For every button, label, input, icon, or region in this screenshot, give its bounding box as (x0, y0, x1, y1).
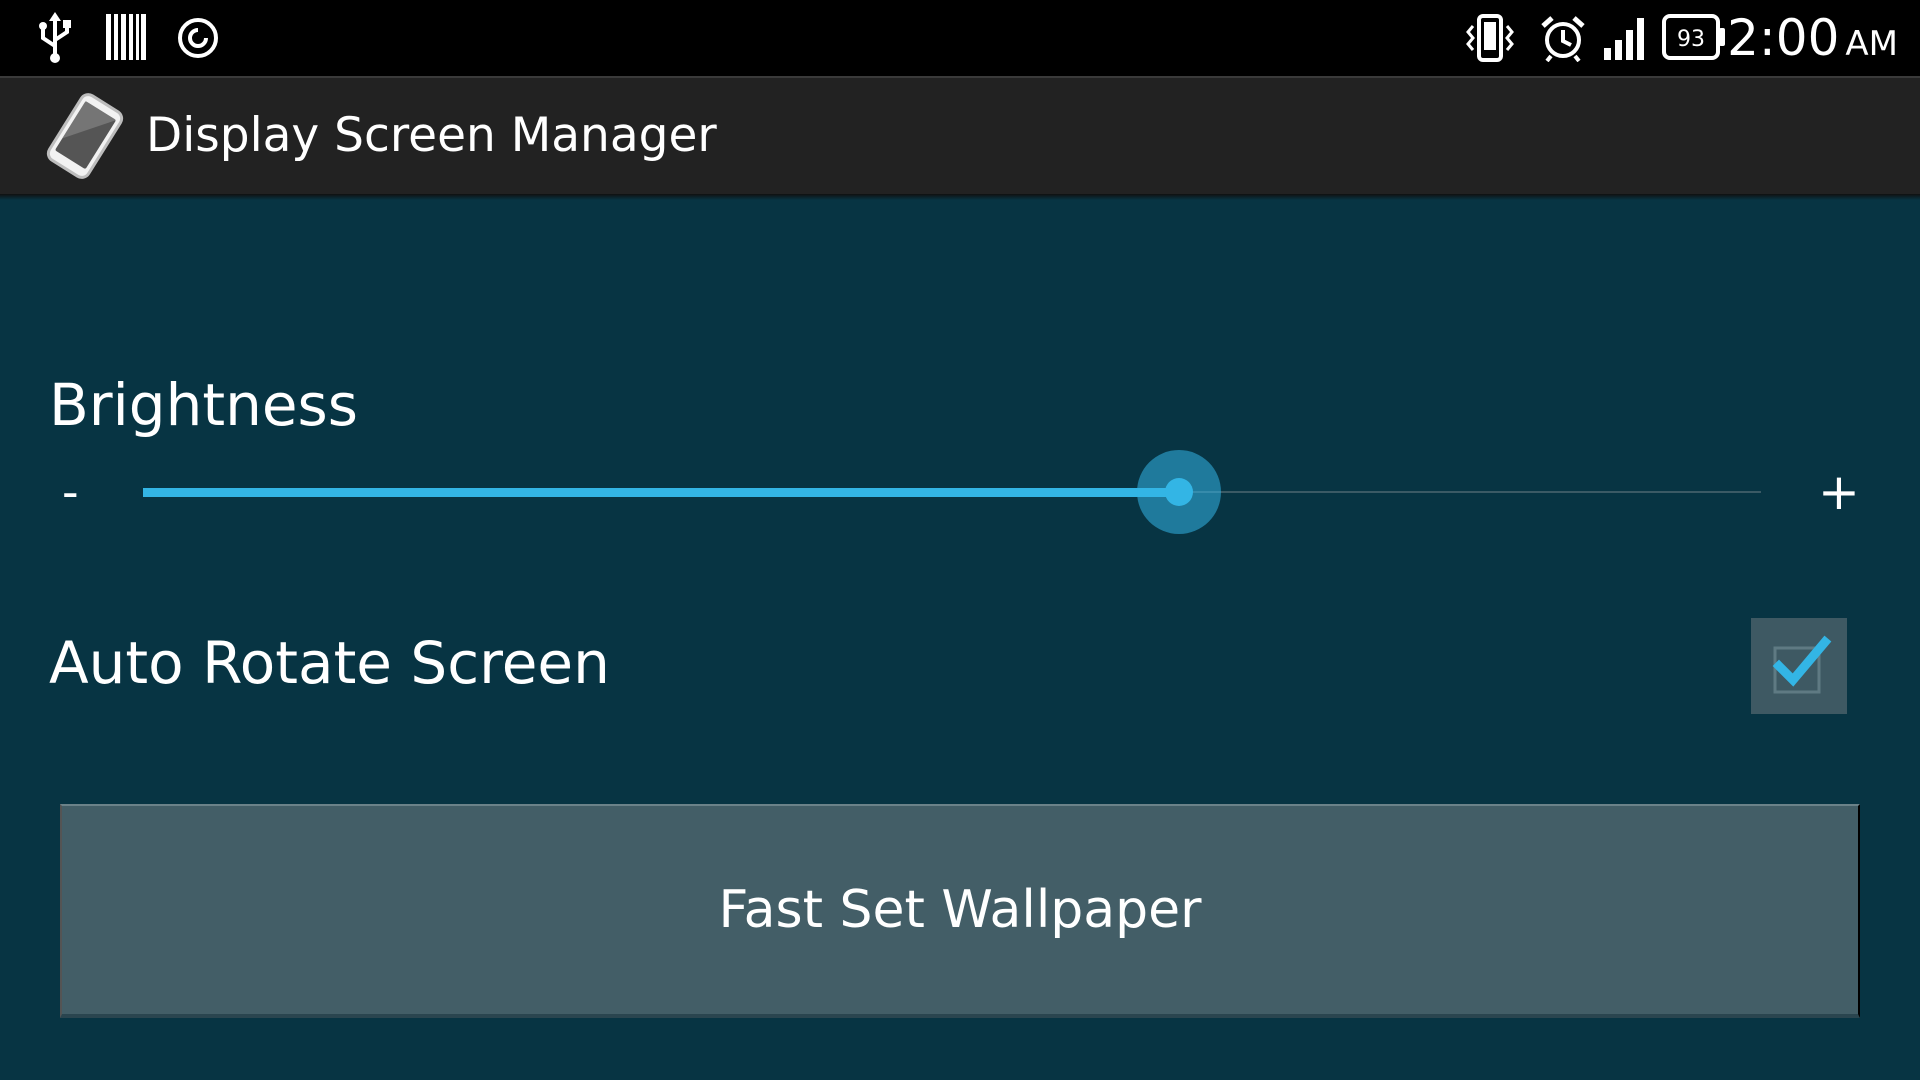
brightness-increase-label: + (1818, 463, 1860, 521)
usb-icon (39, 12, 71, 63)
battery-icon: 93 (1662, 14, 1725, 60)
clock-time: 2:00 (1727, 9, 1840, 67)
signal-icon (1604, 18, 1644, 60)
app-screen: 93 2:00 AM Display Screen Manager Brightn… (0, 0, 1920, 1080)
vibrate-icon (1466, 14, 1514, 62)
brightness-decrease-label: - (62, 465, 79, 519)
action-bar: Display Screen Manager (0, 76, 1920, 200)
slider-fill (143, 488, 1179, 497)
status-bar: 93 2:00 AM (0, 0, 1920, 76)
app-title: Display Screen Manager (146, 108, 717, 163)
phone-icon (46, 93, 124, 179)
circle-at-icon (178, 18, 218, 58)
checkmark-icon (1772, 635, 1832, 694)
status-clock: 2:00 AM (1727, 8, 1898, 68)
brightness-slider[interactable] (143, 440, 1761, 544)
auto-rotate-label: Auto Rotate Screen (49, 629, 610, 697)
clock-ampm: AM (1845, 24, 1898, 64)
alarm-icon (1541, 16, 1585, 62)
barcode-icon (106, 14, 146, 60)
slider-thumb[interactable] (1165, 478, 1193, 506)
battery-level: 93 (1677, 27, 1705, 52)
brightness-label: Brightness (49, 371, 358, 439)
fast-set-wallpaper-button[interactable]: Fast Set Wallpaper (60, 804, 1860, 1018)
auto-rotate-checkbox[interactable] (1751, 618, 1847, 714)
